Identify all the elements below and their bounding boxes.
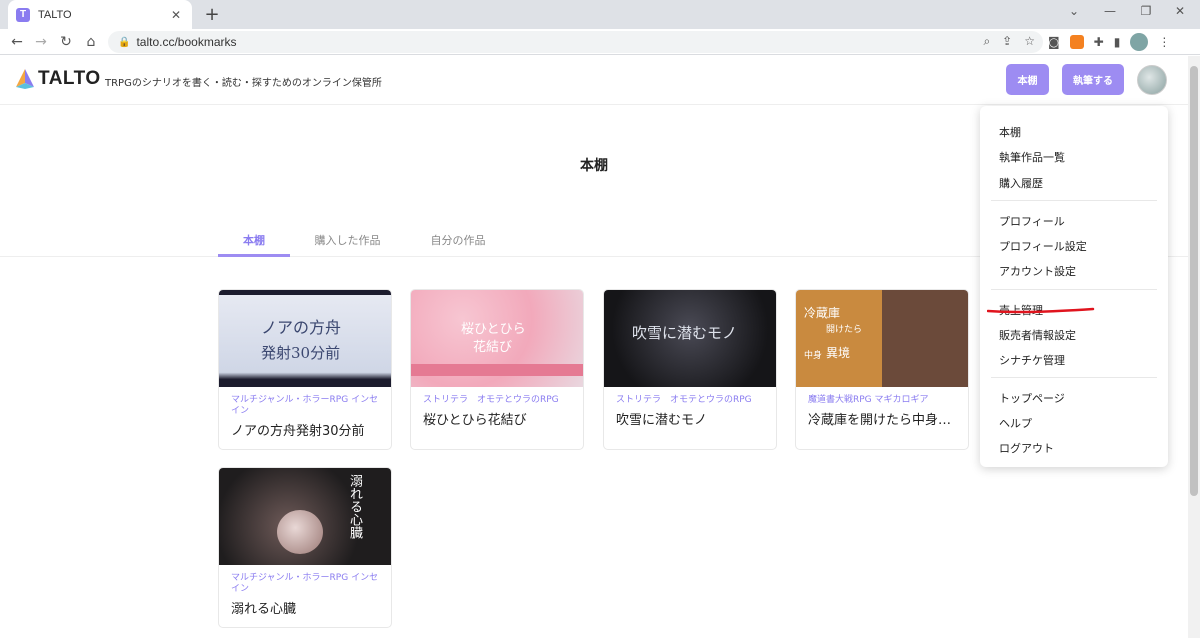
menu-item-account-settings[interactable]: アカウント設定 — [999, 263, 1076, 279]
tab-bookshelf[interactable]: 本棚 — [218, 232, 290, 248]
user-avatar[interactable] — [1137, 65, 1167, 95]
menu-item-purchase-history[interactable]: 購入履歴 — [999, 175, 1043, 191]
card-thumbnail: 吹雪に潜むモノ — [604, 290, 776, 387]
forward-icon[interactable]: → — [32, 33, 50, 51]
card-thumbnail: ノアの方舟 発射30分前 — [219, 290, 391, 387]
card-image-text: 桜ひとひら — [461, 322, 526, 337]
card-genre: 魔道書大戦RPG マギカロギア — [808, 395, 929, 405]
tab-search-icon[interactable]: ⌄ — [1064, 4, 1084, 18]
work-card[interactable]: 桜ひとひら 花結び ストリテラ オモテとウラのRPG 桜ひとひら花結び — [410, 289, 584, 450]
menu-item-ticket-management[interactable]: シナチケ管理 — [999, 352, 1065, 368]
menu-item-profile-settings[interactable]: プロフィール設定 — [999, 238, 1087, 254]
tab-title: TALTO — [38, 8, 72, 21]
reload-icon[interactable]: ↻ — [57, 33, 75, 51]
lock-icon: 🔒 — [118, 36, 131, 48]
work-card[interactable]: ノアの方舟 発射30分前 マルチジャンル・ホラーRPG インセイン ノアの方舟発… — [218, 289, 392, 450]
bookmark-star-icon[interactable]: ☆ — [1024, 34, 1035, 49]
browser-tabstrip: T TALTO ✕ + ⌄ — ❐ ✕ — [0, 0, 1200, 29]
browser-tab[interactable]: T TALTO ✕ — [8, 0, 192, 29]
logo-text: TALTO — [38, 68, 101, 89]
scrollbar-thumb[interactable] — [1190, 66, 1198, 496]
card-image-text: 溺れる心臓 — [347, 474, 362, 539]
card-image-text: 発射30分前 — [261, 344, 341, 362]
work-card[interactable]: 冷蔵庫 開けたら 中身 異境 魔道書大戦RPG マギカロギア 冷蔵庫を開けたら中… — [795, 289, 969, 450]
restore-icon[interactable]: ❐ — [1136, 4, 1156, 18]
card-title: ノアの方舟発射30分前 — [231, 424, 365, 439]
card-image-text: 中身 — [804, 351, 823, 361]
card-title: 桜ひとひら花結び — [423, 413, 527, 428]
logo-mark-icon — [16, 69, 34, 89]
card-image-text: 花結び — [473, 340, 513, 355]
menu-item-logout[interactable]: ログアウト — [999, 440, 1054, 456]
site-logo[interactable]: TALTO — [16, 68, 101, 90]
menu-item-seller-info[interactable]: 販売者情報設定 — [999, 327, 1076, 343]
tab-my-works[interactable]: 自分の作品 — [418, 232, 498, 248]
tab-close-icon[interactable]: ✕ — [168, 8, 184, 22]
card-title: 吹雪に潜むモノ — [616, 413, 708, 428]
card-banner — [411, 364, 583, 376]
menu-divider — [991, 377, 1157, 378]
menu-divider — [991, 200, 1157, 201]
close-window-icon[interactable]: ✕ — [1170, 4, 1190, 18]
site-header: TALTO TRPGのシナリオを書く・読む・探すためのオンライン保管所 本棚 執… — [0, 56, 1188, 105]
card-rose-image — [277, 510, 323, 554]
site-tagline: TRPGのシナリオを書く・読む・探すためのオンライン保管所 — [105, 78, 382, 89]
camera-icon[interactable]: ◙ — [1048, 35, 1060, 49]
page-scrollbar[interactable] — [1188, 56, 1200, 638]
minimize-icon[interactable]: — — [1100, 4, 1120, 18]
card-thumbnail: 冷蔵庫 開けたら 中身 異境 — [796, 290, 968, 387]
profile-avatar-icon[interactable] — [1130, 33, 1149, 51]
url-text: talto.cc/bookmarks — [136, 35, 237, 49]
card-image-text: 吹雪に潜むモノ — [632, 324, 738, 342]
card-title: 溺れる心臓 — [231, 602, 297, 617]
browser-toolbar: ← → ↻ ⌂ 🔒 talto.cc/bookmarks ⌕ ⇪ ☆ ◙ ✚ ▮… — [0, 29, 1200, 55]
card-thumbnail: 桜ひとひら 花結び — [411, 290, 583, 387]
card-genre: マルチジャンル・ホラーRPG インセイン — [231, 395, 379, 416]
tab-purchased[interactable]: 購入した作品 — [305, 232, 390, 248]
card-genre: ストリテラ オモテとウラのRPG — [616, 395, 752, 405]
puzzle-icon[interactable]: ✚ — [1094, 35, 1104, 49]
extension-shield-icon[interactable] — [1069, 35, 1084, 49]
card-image-text: 開けたら — [826, 325, 863, 335]
card-image-text: 異境 — [826, 346, 851, 360]
card-title: 冷蔵庫を開けたら中身… — [808, 413, 952, 428]
kebab-menu-icon[interactable]: ⋮ — [1158, 35, 1170, 49]
home-icon[interactable]: ⌂ — [82, 33, 100, 51]
card-image-text: ノアの方舟 — [261, 318, 342, 337]
menu-item-works-list[interactable]: 執筆作品一覧 — [999, 149, 1065, 165]
user-dropdown-menu: 本棚 執筆作品一覧 購入履歴 プロフィール プロフィール設定 アカウント設定 売… — [980, 106, 1168, 467]
menu-item-bookshelf[interactable]: 本棚 — [999, 124, 1021, 140]
new-tab-icon[interactable]: + — [202, 4, 222, 25]
red-underline-annotation — [987, 307, 1095, 314]
menu-divider — [991, 289, 1157, 290]
active-tab-indicator — [218, 254, 290, 257]
sidebar-icon[interactable]: ▮ — [1114, 35, 1121, 49]
work-card[interactable]: 溺れる心臓 マルチジャンル・ホラーRPG インセイン 溺れる心臓 — [218, 467, 392, 628]
address-bar[interactable]: 🔒 talto.cc/bookmarks ⌕ ⇪ ☆ — [108, 31, 1043, 53]
bookshelf-button[interactable]: 本棚 — [1006, 64, 1049, 95]
menu-item-top-page[interactable]: トップページ — [999, 390, 1065, 406]
menu-item-help[interactable]: ヘルプ — [999, 415, 1032, 431]
back-icon[interactable]: ← — [8, 33, 26, 51]
card-thumbnail: 溺れる心臓 — [219, 468, 391, 565]
page-viewport: TALTO TRPGのシナリオを書く・読む・探すためのオンライン保管所 本棚 執… — [0, 56, 1188, 638]
card-genre: ストリテラ オモテとウラのRPG — [423, 395, 559, 405]
card-genre: マルチジャンル・ホラーRPG インセイン — [231, 573, 379, 594]
menu-item-profile[interactable]: プロフィール — [999, 213, 1065, 229]
work-card[interactable]: 吹雪に潜むモノ ストリテラ オモテとウラのRPG 吹雪に潜むモノ — [603, 289, 777, 450]
write-button[interactable]: 執筆する — [1062, 64, 1124, 95]
share-icon[interactable]: ⇪ — [1002, 34, 1012, 49]
tab-favicon-icon: T — [16, 7, 30, 22]
zoom-icon[interactable]: ⌕ — [983, 34, 990, 49]
card-image-text: 冷蔵庫 — [804, 306, 841, 320]
